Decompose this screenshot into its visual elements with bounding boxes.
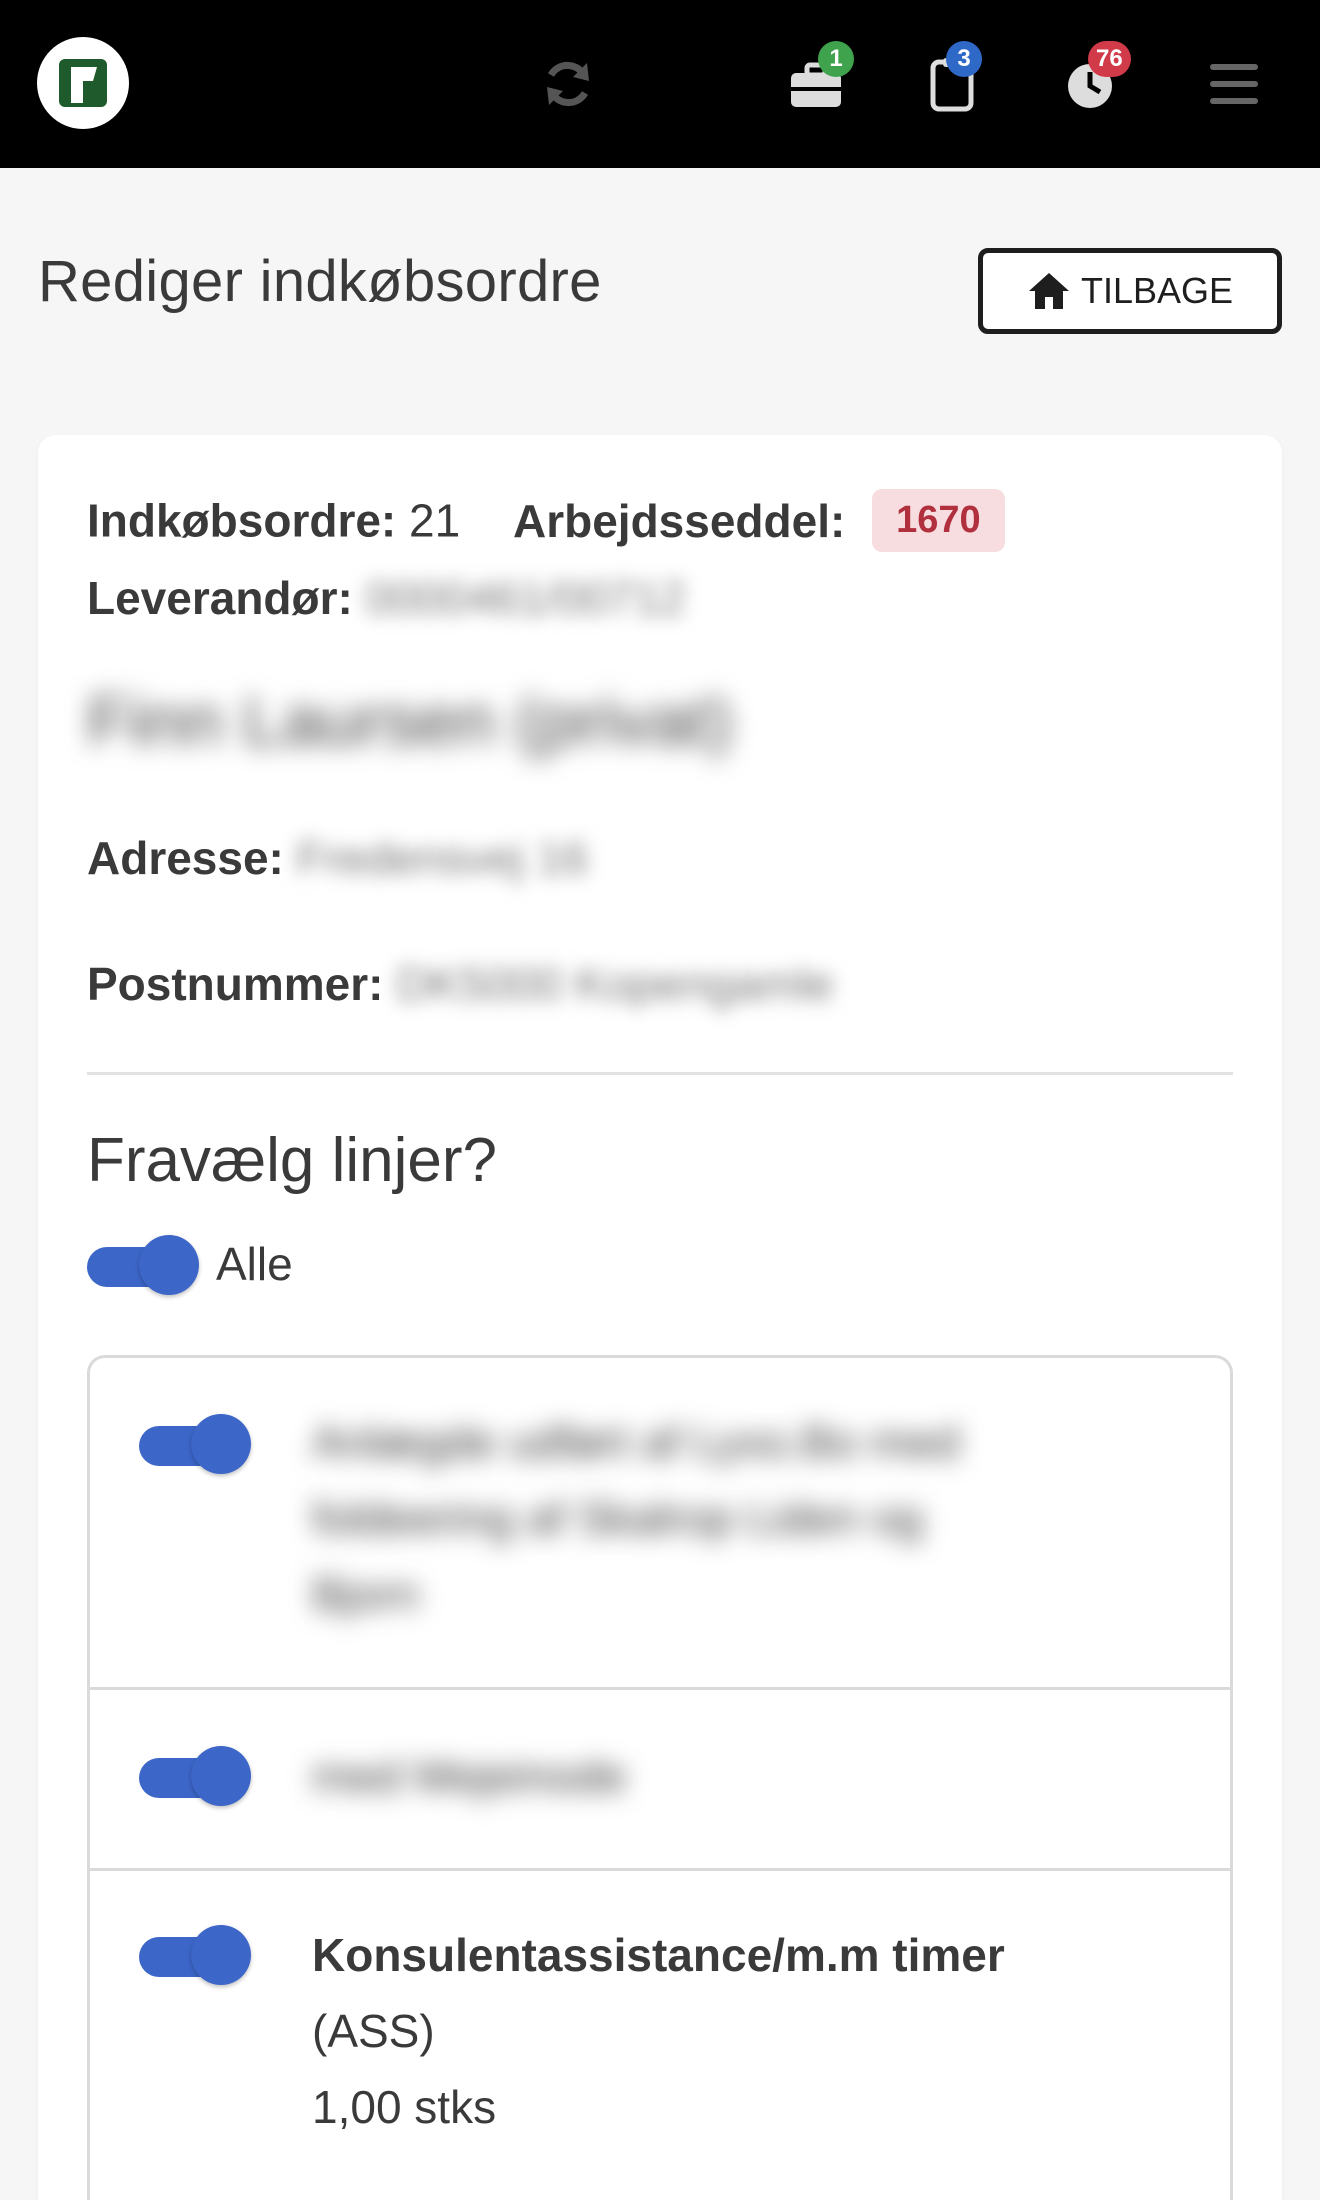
- toggle-all-label: Alle: [216, 1238, 293, 1290]
- list-item: med Mejeinode: [90, 1690, 1230, 1871]
- worksheet-badge[interactable]: 1670: [872, 489, 1005, 552]
- clipboard-badge: 3: [946, 41, 982, 77]
- sync-icon[interactable]: [528, 44, 608, 124]
- supplier-label: Leverandør:: [87, 572, 353, 624]
- list-item: Konsulentassistance/m.m timer (ASS) 1,00…: [90, 1871, 1230, 2200]
- list-item: Anlægde udført af Lyxo.Bo med foldeering…: [90, 1358, 1230, 1690]
- address-label: Adresse:: [87, 832, 284, 884]
- briefcase-badge: 1: [818, 41, 854, 77]
- brand-logo-icon[interactable]: [37, 37, 129, 129]
- po-value: 21: [409, 494, 461, 547]
- line-title: Konsulentassistance/m.m timer: [312, 1929, 1005, 1981]
- lines-list: Anlægde udført af Lyxo.Bo med foldeering…: [87, 1355, 1233, 2200]
- line-description: med Mejeinode: [312, 1750, 627, 1802]
- hamburger-menu-icon[interactable]: [1194, 44, 1274, 124]
- line-toggle[interactable]: [139, 1414, 251, 1474]
- divider: [87, 1072, 1233, 1075]
- postal-label: Postnummer:: [87, 958, 384, 1010]
- home-icon: [1028, 273, 1069, 309]
- supplier-row: Leverandør: 0000461/00712: [87, 571, 685, 625]
- clipboard-icon[interactable]: 3: [912, 41, 992, 124]
- line-toggle[interactable]: [139, 1925, 251, 1985]
- line-description: Anlægde udført af Lyxo.Bo med foldeering…: [312, 1416, 960, 1620]
- po-label: Indkøbsordre:: [87, 494, 397, 547]
- line-description: Konsulentassistance/m.m timer (ASS) 1,00…: [312, 1917, 1005, 2145]
- line-code: (ASS): [312, 2005, 435, 2057]
- clock-badge: 76: [1088, 41, 1131, 77]
- worksheet-label: Arbejdsseddel:: [512, 494, 846, 547]
- briefcase-icon[interactable]: 1: [776, 41, 856, 124]
- line-quantity: 1,00 stks: [312, 2081, 497, 2133]
- back-button[interactable]: TILBAGE: [978, 248, 1282, 334]
- page-title: Rediger indkøbsordre: [38, 249, 602, 314]
- top-navigation-bar: 1 3 76: [0, 0, 1320, 168]
- address-value: Fredensvej 16: [296, 832, 589, 884]
- toggle-all[interactable]: [87, 1235, 199, 1295]
- line-toggle[interactable]: [139, 1746, 251, 1806]
- supplier-value: 0000461/00712: [365, 572, 686, 624]
- back-button-label: TILBAGE: [1080, 270, 1234, 311]
- clock-icon[interactable]: 76: [1050, 41, 1131, 124]
- postal-row: Postnummer: DK5000 Kopengamle: [87, 957, 834, 1011]
- postal-value: DK5000 Kopengamle: [396, 958, 834, 1010]
- supplier-name: Finn Laursen (privat): [87, 682, 733, 760]
- order-numbers-row: Indkøbsordre: 21 Arbejdsseddel: 1670: [87, 489, 1005, 556]
- order-card: Indkøbsordre: 21 Arbejdsseddel: 1670 Lev…: [38, 435, 1282, 2200]
- deselect-lines-title: Fravælg linjer?: [87, 1126, 498, 1195]
- address-row: Adresse: Fredensvej 16: [87, 831, 588, 885]
